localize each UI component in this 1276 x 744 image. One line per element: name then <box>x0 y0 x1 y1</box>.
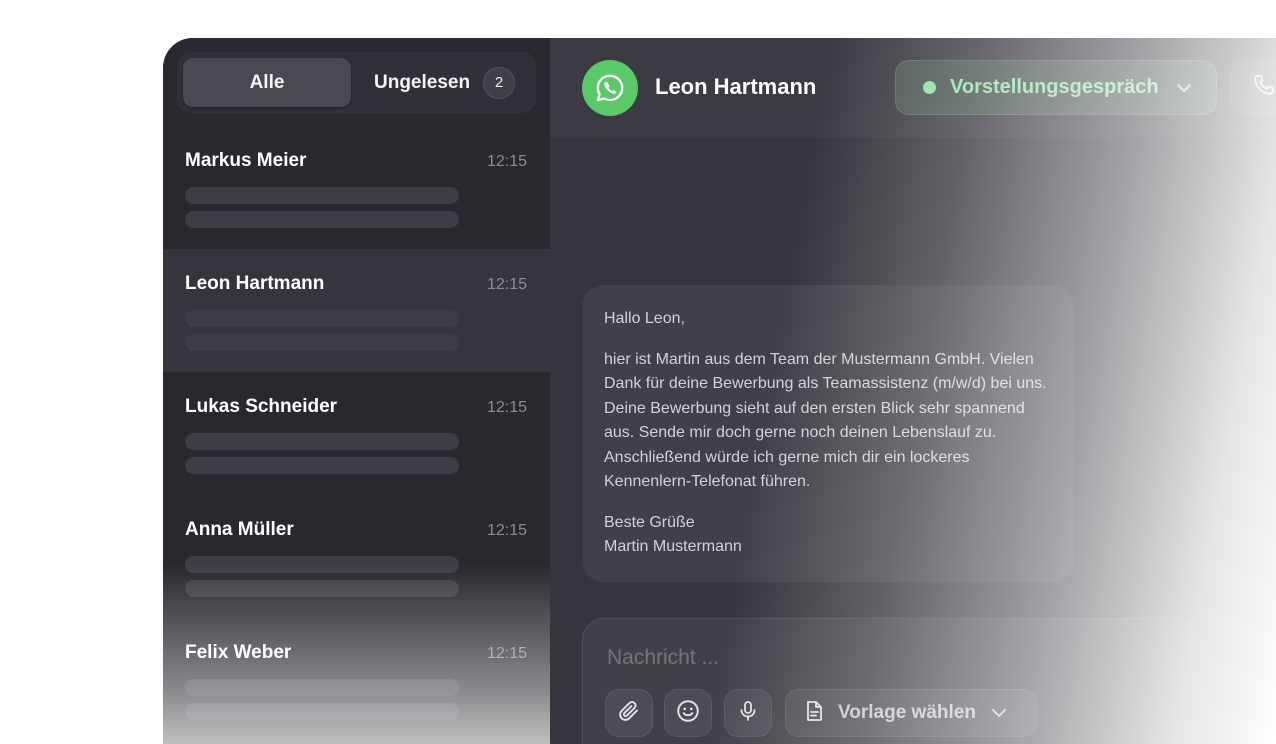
chat-contact-name: Leon Hartmann <box>655 74 817 99</box>
messenger-window: Alle Ungelesen 2 Markus Meier 12:15 Leon… <box>163 38 1276 744</box>
call-button[interactable] <box>1230 60 1276 115</box>
whatsapp-icon <box>582 60 638 116</box>
preview-placeholder-line <box>185 679 459 696</box>
preview-placeholder-line <box>185 211 459 228</box>
preview-placeholder-line <box>185 457 459 474</box>
message-closing: Beste Grüße <box>604 513 695 531</box>
template-select[interactable]: Vorlage wählen <box>785 689 1037 737</box>
preview-placeholder-line <box>185 556 459 573</box>
document-icon <box>802 699 826 728</box>
filter-tab-unread[interactable]: Ungelesen 2 <box>374 58 516 107</box>
template-select-label: Vorlage wählen <box>838 702 976 723</box>
unread-count-badge: 2 <box>483 66 516 99</box>
preview-placeholder-line <box>185 334 459 351</box>
status-label: Vorstellungsgespräch <box>950 76 1159 98</box>
filter-tab-all-label: Alle <box>249 71 285 93</box>
preview-placeholder-line <box>185 580 459 597</box>
filter-tab-unread-label: Ungelesen <box>374 71 471 93</box>
conversation-item[interactable]: Markus Meier 12:15 <box>163 126 550 249</box>
message-time: 12:15 <box>486 153 527 170</box>
voice-button[interactable] <box>724 689 772 737</box>
message-greeting: Hallo Leon, <box>604 310 685 327</box>
preview-placeholder-line <box>185 187 459 204</box>
preview-placeholder-line <box>185 310 459 327</box>
message-time: 12:15 <box>486 276 527 293</box>
paperclip-icon <box>617 699 641 728</box>
chevron-down-icon <box>1175 79 1193 97</box>
contact-name: Markus Meier <box>185 150 307 171</box>
message-bubble: Hallo Leon, hier ist Martin aus dem Team… <box>582 285 1074 582</box>
contact-name: Lukas Schneider <box>185 396 338 417</box>
filter-segmented-control: Alle Ungelesen 2 <box>177 52 536 113</box>
preview-placeholder-line <box>185 433 459 450</box>
message-input[interactable] <box>605 645 1109 671</box>
message-signature: Martin Mustermann <box>604 538 742 555</box>
attach-button[interactable] <box>605 689 653 737</box>
conversation-item[interactable]: Felix Weber 12:15 <box>163 618 550 741</box>
message-time: 12:15 <box>486 522 527 539</box>
status-dropdown[interactable]: Vorstellungsgespräch <box>895 60 1217 115</box>
contact-name: Anna Müller <box>185 519 294 540</box>
message-body: hier ist Martin aus dem Team der Musterm… <box>604 350 1047 491</box>
contact-name: Felix Weber <box>185 642 292 663</box>
conversation-item[interactable]: Lukas Schneider 12:15 <box>163 372 550 495</box>
conversation-item[interactable]: Anna Müller 12:15 <box>163 495 550 618</box>
chevron-down-icon <box>990 704 1008 722</box>
emoji-button[interactable] <box>664 689 712 737</box>
conversation-list: Markus Meier 12:15 Leon Hartmann 12:15 L… <box>163 126 550 741</box>
conversation-item-active[interactable]: Leon Hartmann 12:15 <box>163 249 550 372</box>
contact-name: Leon Hartmann <box>185 273 325 294</box>
status-indicator-dot <box>923 81 936 94</box>
microphone-icon <box>736 699 760 728</box>
phone-icon <box>1251 72 1276 103</box>
conversation-sidebar: Alle Ungelesen 2 Markus Meier 12:15 Leon… <box>163 38 550 744</box>
smiley-icon <box>675 698 701 729</box>
message-time: 12:15 <box>486 645 527 662</box>
filter-tab-all[interactable]: Alle <box>183 58 351 107</box>
chat-header: Leon Hartmann Vorstellungsgespräch <box>550 38 1276 138</box>
preview-placeholder-line <box>185 703 459 720</box>
message-composer: Vorlage wählen <box>582 618 1202 744</box>
message-time: 12:15 <box>486 399 527 416</box>
